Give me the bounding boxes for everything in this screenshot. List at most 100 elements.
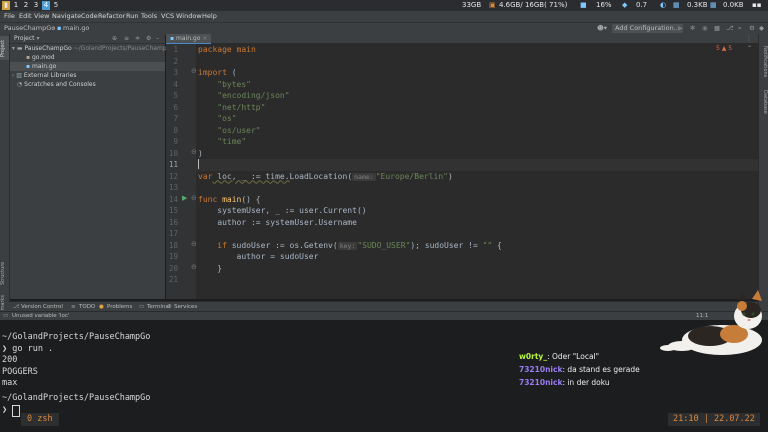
code-text: loc, _ := time. <box>212 171 290 181</box>
code-string: "SUDO_USER" <box>357 240 411 250</box>
more-tabs-icon[interactable]: ⋮ <box>746 34 752 43</box>
debug-icon[interactable]: ✱ <box>690 23 695 34</box>
library-icon: ▥ <box>16 72 22 79</box>
run-icon[interactable]: ▶ <box>678 23 683 34</box>
chevron-right-icon: › <box>52 24 55 32</box>
workspace-5[interactable]: 5 <box>52 1 60 10</box>
chat-text: : in der doku <box>562 378 610 387</box>
menu-vcs[interactable]: VCS <box>161 11 174 22</box>
tmux-date: 22.07.22 <box>713 414 755 424</box>
code-line-6: "net/http" <box>198 102 266 112</box>
upload-icon: ▦ <box>673 1 680 9</box>
chevron-up-icon[interactable]: ⌃ <box>747 44 752 53</box>
code-text: ( <box>226 68 237 77</box>
tree-file-selected[interactable]: ▪ main.go <box>10 62 165 71</box>
code-line-1: package main <box>198 44 256 56</box>
breadcrumb-project[interactable]: PauseChampGo <box>4 23 55 34</box>
code-line-7: "os" <box>198 114 237 123</box>
menu-help[interactable]: Help <box>202 11 217 22</box>
tmux-time: 21:10 <box>673 414 699 424</box>
code-line-4: "bytes" <box>198 79 251 89</box>
line-number: 18 <box>168 240 178 250</box>
line-number: 2 <box>173 56 178 66</box>
expand-icon[interactable]: ≑ <box>135 34 140 43</box>
code-keyword: if <box>198 240 227 250</box>
line-number: 14 <box>168 194 178 204</box>
go-file-icon: ▪ <box>170 35 175 42</box>
tray-icon[interactable]: ▪▪ <box>752 0 762 11</box>
terminal-line: ~/GolandProjects/PauseChampGo <box>2 393 151 403</box>
workspace-3[interactable]: 3 <box>32 1 40 10</box>
code-keyword: func <box>198 194 218 204</box>
project-panel-title[interactable]: Project <box>14 35 35 42</box>
tree-root-path: ~/GolandProjects/PauseChampGo <box>73 45 175 52</box>
code-text: () { <box>241 194 261 204</box>
tree-file[interactable]: ▪ go.mod <box>10 53 181 62</box>
database-tool-tab[interactable]: Database <box>760 89 768 115</box>
add-configuration-button[interactable]: Add Configuration... <box>612 24 683 33</box>
menu-code[interactable]: Code <box>81 11 98 22</box>
tree-scratches-label: Scratches and Consoles <box>24 81 96 88</box>
menu-navigate[interactable]: Navigate <box>52 11 81 22</box>
close-icon[interactable]: × <box>202 35 207 42</box>
menu-tools[interactable]: Tools <box>141 11 157 22</box>
user-icon[interactable]: ☻▾ <box>597 23 607 34</box>
tree-root[interactable]: ▾ ▬ PauseChampGo ~/GolandProjects/PauseC… <box>10 44 175 53</box>
workspace-1[interactable]: 1 <box>12 1 20 10</box>
vcs-icon[interactable]: ⎇ <box>726 23 734 34</box>
locate-icon[interactable]: ⊕ <box>112 34 117 43</box>
workspace-icon: ▮ <box>2 1 10 10</box>
line-number: 5 <box>173 91 178 100</box>
gear-icon[interactable]: ⚙ <box>146 34 151 43</box>
tree-scratches[interactable]: ◔ Scratches and Consoles <box>10 80 172 89</box>
line-number: 10 <box>168 148 178 158</box>
line-number: 3 <box>173 68 178 77</box>
line-number: 21 <box>168 275 178 284</box>
breadcrumb-file[interactable]: main.go <box>63 23 89 34</box>
collapse-icon[interactable]: ≡ <box>124 34 129 43</box>
menu-edit[interactable]: Edit <box>19 11 32 22</box>
code-text: LoadLocation( <box>289 171 353 181</box>
search-icon[interactable]: ⌕ <box>738 23 742 34</box>
project-tool-tab[interactable]: Project <box>0 36 9 60</box>
line-number: 20 <box>168 263 178 273</box>
stop-icon[interactable]: ■ <box>714 23 720 34</box>
tree-external-libraries[interactable]: › ▥ External Libraries <box>10 71 165 80</box>
minimize-icon[interactable]: – <box>156 34 159 43</box>
menu-view[interactable]: View <box>34 11 49 22</box>
line-number: 11 <box>168 160 178 169</box>
code-text: ) <box>447 171 453 181</box>
editor-tab-bar: ▪ main.go × ⋮ <box>166 34 758 45</box>
cpu-icon: ■ <box>580 1 587 9</box>
structure-tool-tab[interactable]: Structure <box>0 260 9 286</box>
workspace-4[interactable]: 4 <box>42 1 50 10</box>
chevron-down-icon[interactable]: ▾ <box>36 35 39 42</box>
code-keyword: import <box>198 68 227 77</box>
menu-file[interactable]: File <box>4 11 15 22</box>
memory-usage: 4.6GB/ 16GB( 71%) <box>499 1 568 9</box>
menu-run[interactable]: Run <box>126 11 138 22</box>
notifications-tool-tab[interactable]: Notifications <box>760 40 768 84</box>
menu-window[interactable]: Window <box>176 11 202 22</box>
code-line-8: "os/user" <box>198 125 261 135</box>
text-cursor <box>198 159 199 169</box>
project-panel: Project ▾ ⊕ ≡ ≑ ⚙ – ▾ ▬ PauseChampGo ~/G… <box>10 34 175 299</box>
jetbrains-icon[interactable]: ◆ <box>759 23 764 34</box>
code-editor[interactable]: 5 ▲ 5 ⌃ package main import ( "bytes" "e… <box>196 44 758 299</box>
run-gutter-icon[interactable]: ▶ <box>182 194 187 202</box>
disk-usage: 33GB <box>462 1 482 9</box>
chat-message: 73210nick: da stand es gerade <box>519 364 640 376</box>
tmux-window[interactable]: 0 zsh <box>21 413 59 426</box>
workspace-2[interactable]: 2 <box>22 1 30 10</box>
coverage-icon[interactable]: ◉ <box>702 23 708 34</box>
download-rate: 0.0KB <box>723 1 744 9</box>
code-text: { <box>492 240 502 250</box>
memory-icon: ▣ <box>489 1 496 9</box>
load-icon: ◆ <box>622 1 628 9</box>
menu-refactor[interactable]: Refactor <box>98 11 125 22</box>
tree-file-label: go.mod <box>32 54 55 61</box>
settings-icon[interactable]: ⚙ <box>749 23 755 34</box>
tab-label: main.go <box>176 35 201 42</box>
line-number: 19 <box>168 252 178 261</box>
inspection-widget[interactable]: 5 ▲ 5 <box>716 44 732 53</box>
